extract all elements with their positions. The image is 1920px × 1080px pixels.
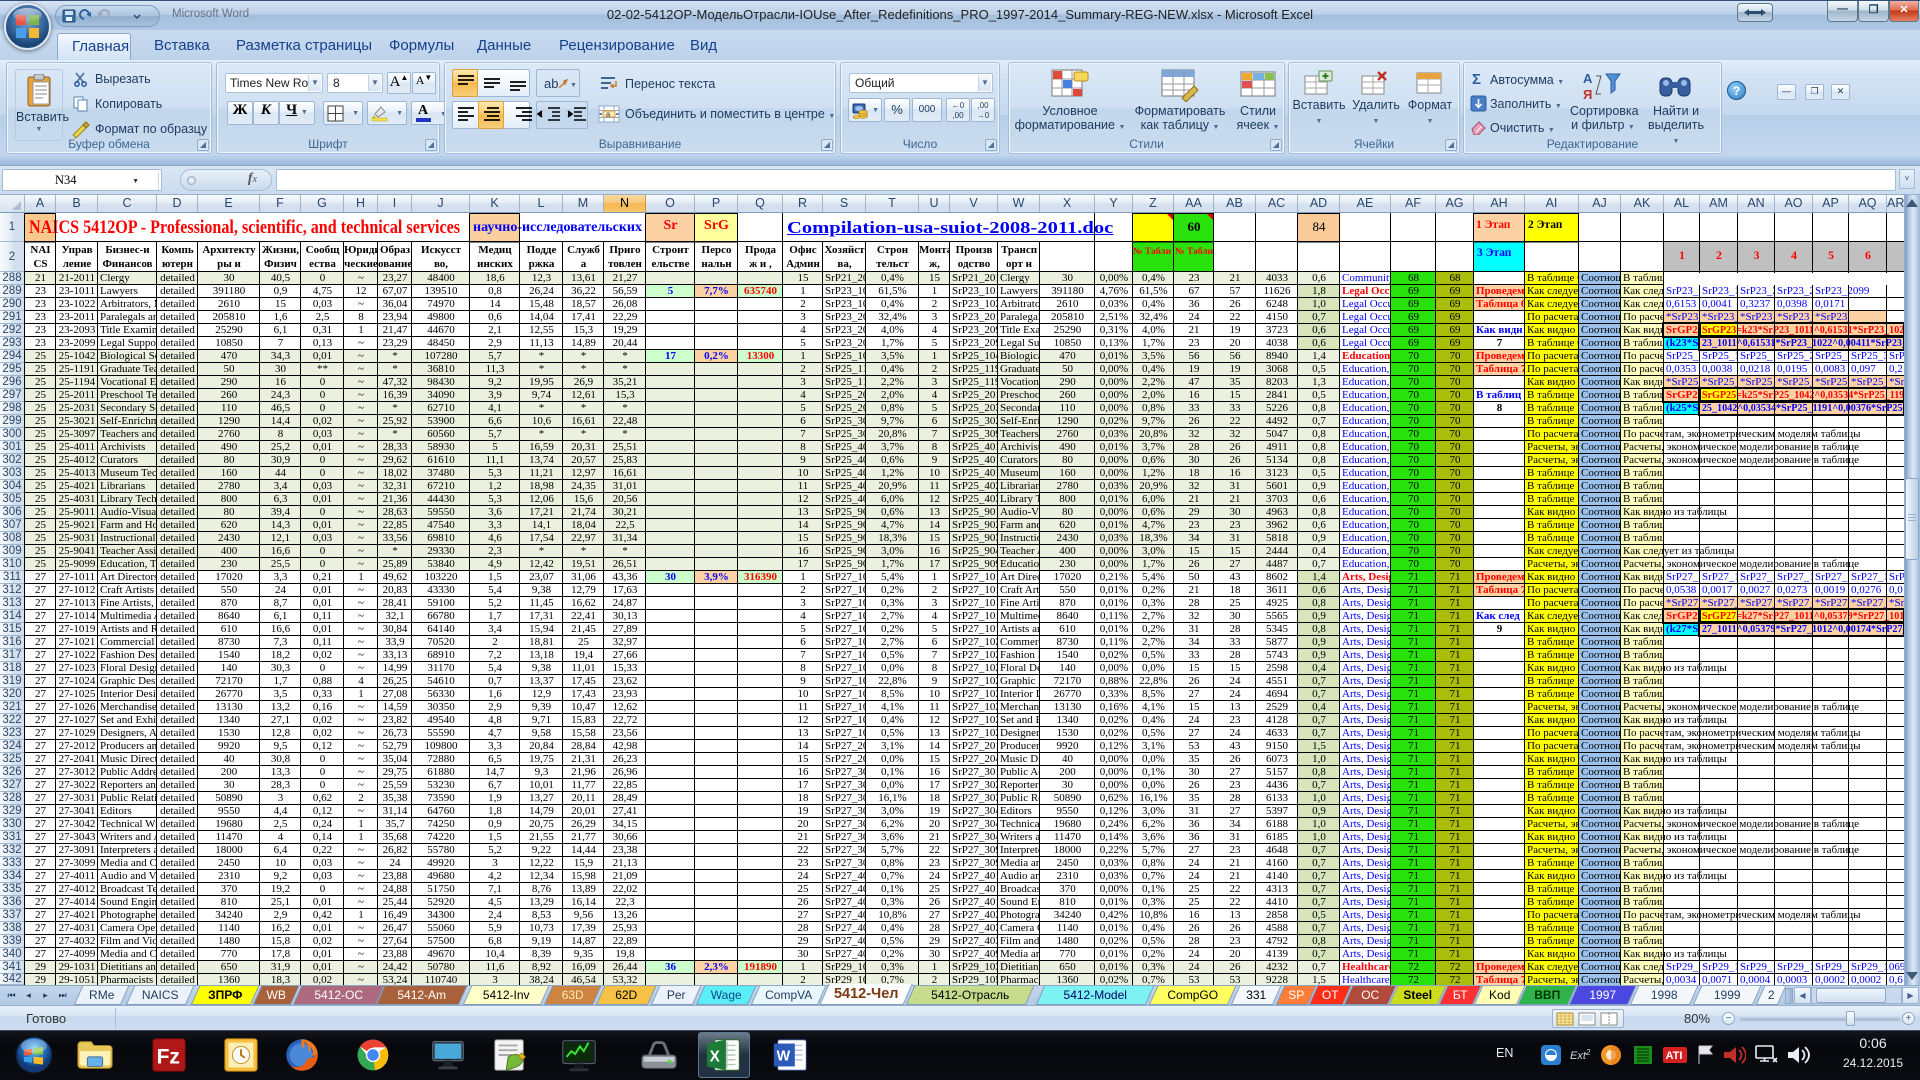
- svg-text:W: W: [777, 1049, 791, 1065]
- svg-text:Fz: Fz: [157, 1046, 180, 1069]
- svg-text:ATI: ATI: [1666, 1050, 1683, 1062]
- svg-text:X: X: [710, 1049, 721, 1066]
